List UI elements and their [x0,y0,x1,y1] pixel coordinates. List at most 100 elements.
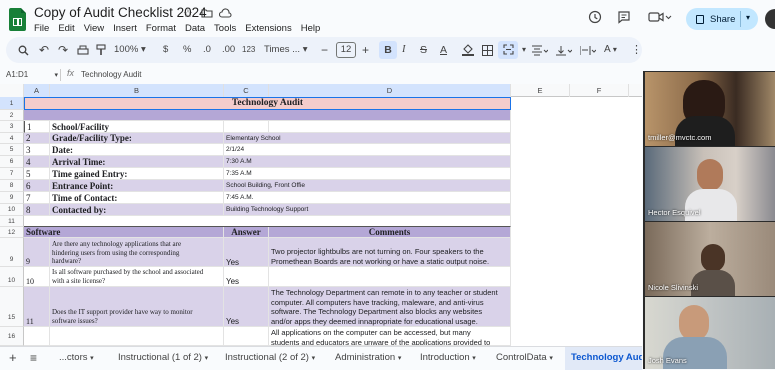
column-header-e[interactable]: E [511,84,570,97]
row-header[interactable]: 1 [0,97,24,110]
menu-edit[interactable]: Edit [58,23,74,34]
select-all-corner[interactable] [0,84,24,97]
info-label-cell[interactable]: Contacted by: [50,204,224,216]
horizontal-align-icon[interactable] [532,37,549,63]
meet-camera-icon[interactable] [648,10,672,27]
decrease-decimal-button[interactable]: .0 [203,37,211,63]
bold-icon[interactable]: B [379,41,397,59]
comment-cell[interactable]: All applications on the computer can be … [269,327,511,346]
column-header-b[interactable]: B [50,84,224,97]
italic-icon[interactable]: I [402,37,406,63]
borders-icon[interactable] [482,37,493,63]
font-size-input[interactable]: 12 [336,42,356,58]
info-label-cell[interactable]: Time gained Entry: [50,168,224,180]
percent-format-button[interactable]: % [183,37,191,63]
row-header[interactable]: 12 [0,227,24,238]
info-label-cell[interactable]: Date: [50,144,224,156]
question-cell[interactable]: Is all software purchased by the school … [50,267,224,287]
sheet-tab[interactable]: Introduction ▾ [420,347,476,370]
item-number-cell[interactable]: 5 [24,168,50,180]
info-label-cell[interactable]: Arrival Time: [50,156,224,168]
row-header[interactable]: 6 [0,156,24,168]
comment-cell[interactable]: Two projector lightbulbs are not turning… [269,238,511,267]
row-header[interactable]: 8 [0,180,24,192]
answer-cell[interactable]: Yes [224,287,269,327]
sheet-tab[interactable]: Administration ▾ [335,347,401,370]
text-rotation-icon[interactable]: A ▾ [604,37,617,63]
row-header[interactable]: 7 [0,168,24,180]
document-title[interactable]: Copy of Audit Checklist 2024 [34,5,207,20]
sheets-logo-icon[interactable] [9,8,26,31]
menu-insert[interactable]: Insert [113,23,137,34]
info-value-cell[interactable]: Building Technology Support [224,204,511,216]
row-header[interactable]: 2 [0,110,24,121]
info-label-cell[interactable]: Entrance Point: [50,180,224,192]
text-wrap-icon[interactable] [579,37,597,63]
answer-header-cell[interactable]: Answer [224,227,269,238]
column-header-d[interactable]: D [269,84,511,97]
info-value-cell[interactable]: 2/1/24 [224,144,511,156]
participant-tile[interactable]: Josh Evans [645,297,775,369]
info-value-cell[interactable]: School Building, Front Offie [224,180,511,192]
row-header[interactable]: 16 [0,327,24,346]
info-value-cell[interactable]: 7:35 A.M [224,168,511,180]
answer-cell[interactable]: Yes [224,267,269,287]
answer-cell[interactable]: Yes [224,238,269,267]
participant-tile[interactable]: tmiller@mvctc.com [645,72,775,146]
menu-format[interactable]: Format [146,23,176,34]
question-cell[interactable] [50,327,224,346]
info-label-cell[interactable]: Time of Contact: [50,192,224,204]
item-number-cell[interactable]: 8 [24,204,50,216]
sheet-tab[interactable]: ControlData ▾ [496,347,553,370]
row-header[interactable]: 9 [0,238,24,267]
menu-tools[interactable]: Tools [214,23,236,34]
more-formats-button[interactable]: 123 [242,37,255,63]
font-family-select[interactable]: Times ... ▾ [264,37,308,63]
row-header[interactable]: 10 [0,267,24,287]
answer-cell[interactable] [224,327,269,346]
item-number-cell[interactable] [24,327,50,346]
info-value-cell[interactable]: Elementary School [224,133,511,144]
menu-data[interactable]: Data [185,23,205,34]
fill-color-icon[interactable] [462,37,474,63]
comment-cell[interactable] [269,267,511,287]
item-number-cell[interactable]: 10 [24,267,50,287]
sheet-tab-active[interactable]: Technology Audit [565,347,642,370]
item-number-cell[interactable]: 6 [24,180,50,192]
info-value-cell[interactable] [224,121,269,133]
info-value-cell[interactable]: 7:30 A.M [224,156,511,168]
item-number-cell[interactable]: 4 [24,156,50,168]
cloud-status-icon[interactable] [218,8,232,21]
redo-icon[interactable]: ↷ [58,37,68,63]
more-options-icon[interactable]: ⋮ [631,37,642,63]
currency-format-button[interactable]: $ [163,37,168,63]
sheet-tab[interactable]: Instructional (1 of 2) ▾ [118,347,208,370]
row-header[interactable]: 10 [0,204,24,216]
section-divider-row[interactable] [24,110,511,121]
info-label-cell[interactable]: Grade/Facility Type: [50,133,224,144]
zoom-select[interactable]: 100% ▾ [114,37,146,63]
column-header-a[interactable]: A [24,84,50,97]
column-header-c[interactable]: C [224,84,269,97]
item-number-cell[interactable]: 9 [24,238,50,267]
move-folder-icon[interactable] [201,8,213,21]
item-number-cell[interactable]: 11 [24,287,50,327]
merge-cells-icon[interactable] [498,41,518,59]
menu-help[interactable]: Help [301,23,321,34]
item-number-cell[interactable]: 2 [24,133,50,144]
item-number-cell[interactable]: 3 [24,144,50,156]
comment-cell[interactable]: The Technology Department can remote in … [269,287,511,327]
print-icon[interactable] [77,37,89,63]
share-dropdown-icon[interactable]: ▾ [746,13,750,22]
comments-icon[interactable] [617,10,631,27]
row-header[interactable]: 9 [0,192,24,204]
paint-format-icon[interactable] [96,37,106,63]
version-history-icon[interactable] [588,10,602,27]
menu-view[interactable]: View [84,23,104,34]
merge-dropdown-icon[interactable]: ▾ [522,37,526,63]
row-header[interactable]: 4 [0,133,24,144]
question-cell[interactable]: Does the IT support provider have way to… [50,287,224,327]
text-color-icon[interactable]: A [440,37,447,63]
search-menus-icon[interactable] [18,37,29,63]
decrease-font-size-icon[interactable]: − [321,37,328,63]
